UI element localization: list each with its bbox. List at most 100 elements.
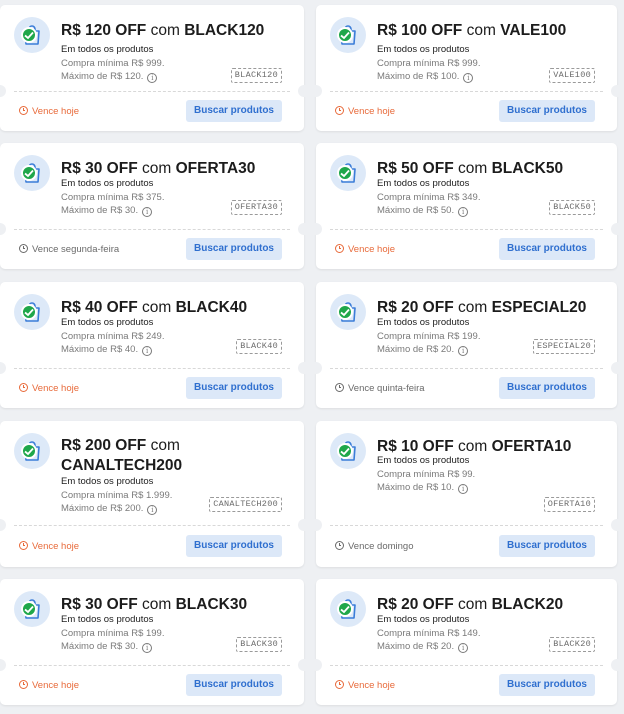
coupon-code[interactable]: BLACK40 xyxy=(236,339,282,354)
coupon-scope: Em todos os produtos xyxy=(377,614,470,625)
search-products-button[interactable]: Buscar produtos xyxy=(499,100,595,122)
search-products-button[interactable]: Buscar produtos xyxy=(499,238,595,260)
coupon-code[interactable]: OFERTA30 xyxy=(230,200,282,215)
divider xyxy=(14,525,290,526)
coupon-code[interactable]: BLACK20 xyxy=(549,637,595,652)
max-discount: Máximo de R$ 20. i xyxy=(377,640,469,653)
clock-icon xyxy=(335,680,344,689)
coupon-card: R$ 20 OFF com BLACK20 Em todos os produt… xyxy=(310,579,623,705)
search-products-button[interactable]: Buscar produtos xyxy=(499,674,595,696)
clock-icon xyxy=(335,541,344,550)
min-purchase: Compra mínima R$ 999. xyxy=(61,58,165,69)
check-icon xyxy=(21,443,37,459)
divider xyxy=(330,91,603,92)
max-discount: Máximo de R$ 40. i xyxy=(61,343,153,356)
min-purchase: Compra mínima R$ 199. xyxy=(61,628,165,639)
coupon-scope: Em todos os produtos xyxy=(61,178,154,189)
coupon-title: R$ 40 OFF com BLACK40 xyxy=(61,299,248,316)
check-icon xyxy=(21,601,37,617)
check-icon xyxy=(337,601,353,617)
coupon-code[interactable]: VALE100 xyxy=(549,68,595,83)
coupon-scope: Em todos os produtos xyxy=(377,178,470,189)
min-purchase: Compra mínima R$ 199. xyxy=(377,331,481,342)
info-icon[interactable]: i xyxy=(142,643,153,653)
check-icon xyxy=(337,165,353,181)
coupon-scope: Em todos os produtos xyxy=(61,317,154,328)
coupon-title: R$ 30 OFF com BLACK30 xyxy=(61,596,248,613)
coupon-card: R$ 20 OFF com ESPECIAL20 Em todos os pro… xyxy=(310,282,623,408)
coupon-card: R$ 30 OFF com BLACK30 Em todos os produt… xyxy=(0,579,310,705)
min-purchase: Compra mínima R$ 349. xyxy=(377,192,481,203)
divider xyxy=(14,91,290,92)
search-products-button[interactable]: Buscar produtos xyxy=(186,100,282,122)
max-discount: Máximo de R$ 30. i xyxy=(61,204,153,217)
check-icon xyxy=(337,304,353,320)
expiry-label: Vence hoje xyxy=(19,383,79,395)
expiry-label: Vence segunda-feira xyxy=(19,244,119,256)
coupon-code[interactable]: BLACK50 xyxy=(549,200,595,215)
clock-icon xyxy=(19,541,28,550)
search-products-button[interactable]: Buscar produtos xyxy=(186,674,282,696)
expiry-label: Vence domingo xyxy=(335,541,414,553)
coupon-card: R$ 10 OFF com OFERTA10 Em todos os produ… xyxy=(310,421,623,567)
divider xyxy=(330,229,603,230)
search-products-button[interactable]: Buscar produtos xyxy=(499,377,595,399)
coupon-code[interactable]: CANALTECH200 xyxy=(209,497,282,512)
coupon-code[interactable]: OFERTA10 xyxy=(543,497,595,512)
max-discount: Máximo de R$ 100. i xyxy=(377,70,474,83)
coupon-card: R$ 120 OFF com BLACK120 Em todos os prod… xyxy=(0,5,310,131)
info-icon[interactable]: i xyxy=(458,207,469,217)
divider xyxy=(14,665,290,666)
clock-icon xyxy=(19,383,28,392)
info-icon[interactable]: i xyxy=(458,643,469,653)
min-purchase: Compra mínima R$ 149. xyxy=(377,628,481,639)
info-icon[interactable]: i xyxy=(458,346,469,356)
coupon-code[interactable]: BLACK30 xyxy=(236,637,282,652)
coupon-code[interactable]: BLACK120 xyxy=(230,68,282,83)
clock-icon xyxy=(19,106,28,115)
expiry-label: Vence quinta-feira xyxy=(335,383,425,395)
min-purchase: Compra mínima R$ 249. xyxy=(61,331,165,342)
min-purchase: Compra mínima R$ 99. xyxy=(377,469,476,480)
expiry-label: Vence hoje xyxy=(19,106,79,118)
max-discount: Máximo de R$ 20. i xyxy=(377,343,469,356)
divider xyxy=(330,525,603,526)
divider xyxy=(14,229,290,230)
max-discount: Máximo de R$ 120. i xyxy=(61,70,158,83)
coupon-card: R$ 200 OFF com CANALTECH200 Em todos os … xyxy=(0,421,310,567)
coupon-code[interactable]: ESPECIAL20 xyxy=(532,339,595,354)
min-purchase: Compra mínima R$ 1.999. xyxy=(61,490,173,501)
clock-icon xyxy=(335,106,344,115)
max-discount: Máximo de R$ 50. i xyxy=(377,204,469,217)
max-discount: Máximo de R$ 10. i xyxy=(377,481,469,494)
info-icon[interactable]: i xyxy=(463,73,474,83)
expiry-label: Vence hoje xyxy=(335,244,395,256)
coupon-title: R$ 20 OFF com BLACK20 xyxy=(377,596,564,613)
min-purchase: Compra mínima R$ 375. xyxy=(61,192,165,203)
search-products-button[interactable]: Buscar produtos xyxy=(186,238,282,260)
divider xyxy=(330,665,603,666)
check-icon xyxy=(21,27,37,43)
search-products-button[interactable]: Buscar produtos xyxy=(186,535,282,557)
clock-icon xyxy=(19,680,28,689)
search-products-button[interactable]: Buscar produtos xyxy=(499,535,595,557)
expiry-label: Vence hoje xyxy=(19,680,79,692)
coupon-scope: Em todos os produtos xyxy=(61,476,154,487)
search-products-button[interactable]: Buscar produtos xyxy=(186,377,282,399)
expiry-label: Vence hoje xyxy=(335,106,395,118)
info-icon[interactable]: i xyxy=(142,346,153,356)
coupon-scope: Em todos os produtos xyxy=(377,455,470,466)
info-icon[interactable]: i xyxy=(147,505,158,515)
coupon-card: R$ 50 OFF com BLACK50 Em todos os produt… xyxy=(310,143,623,269)
info-icon[interactable]: i xyxy=(458,484,469,494)
coupon-title: R$ 200 OFF com CANALTECH200 xyxy=(61,437,183,474)
divider xyxy=(14,368,290,369)
info-icon[interactable]: i xyxy=(147,73,158,83)
max-discount: Máximo de R$ 30. i xyxy=(61,640,153,653)
expiry-label: Vence hoje xyxy=(19,541,79,553)
clock-icon xyxy=(335,244,344,253)
coupon-title: R$ 20 OFF com ESPECIAL20 xyxy=(377,299,587,316)
info-icon[interactable]: i xyxy=(142,207,153,217)
coupon-card: R$ 100 OFF com VALE100 Em todos os produ… xyxy=(310,5,623,131)
max-discount: Máximo de R$ 200. i xyxy=(61,502,158,515)
